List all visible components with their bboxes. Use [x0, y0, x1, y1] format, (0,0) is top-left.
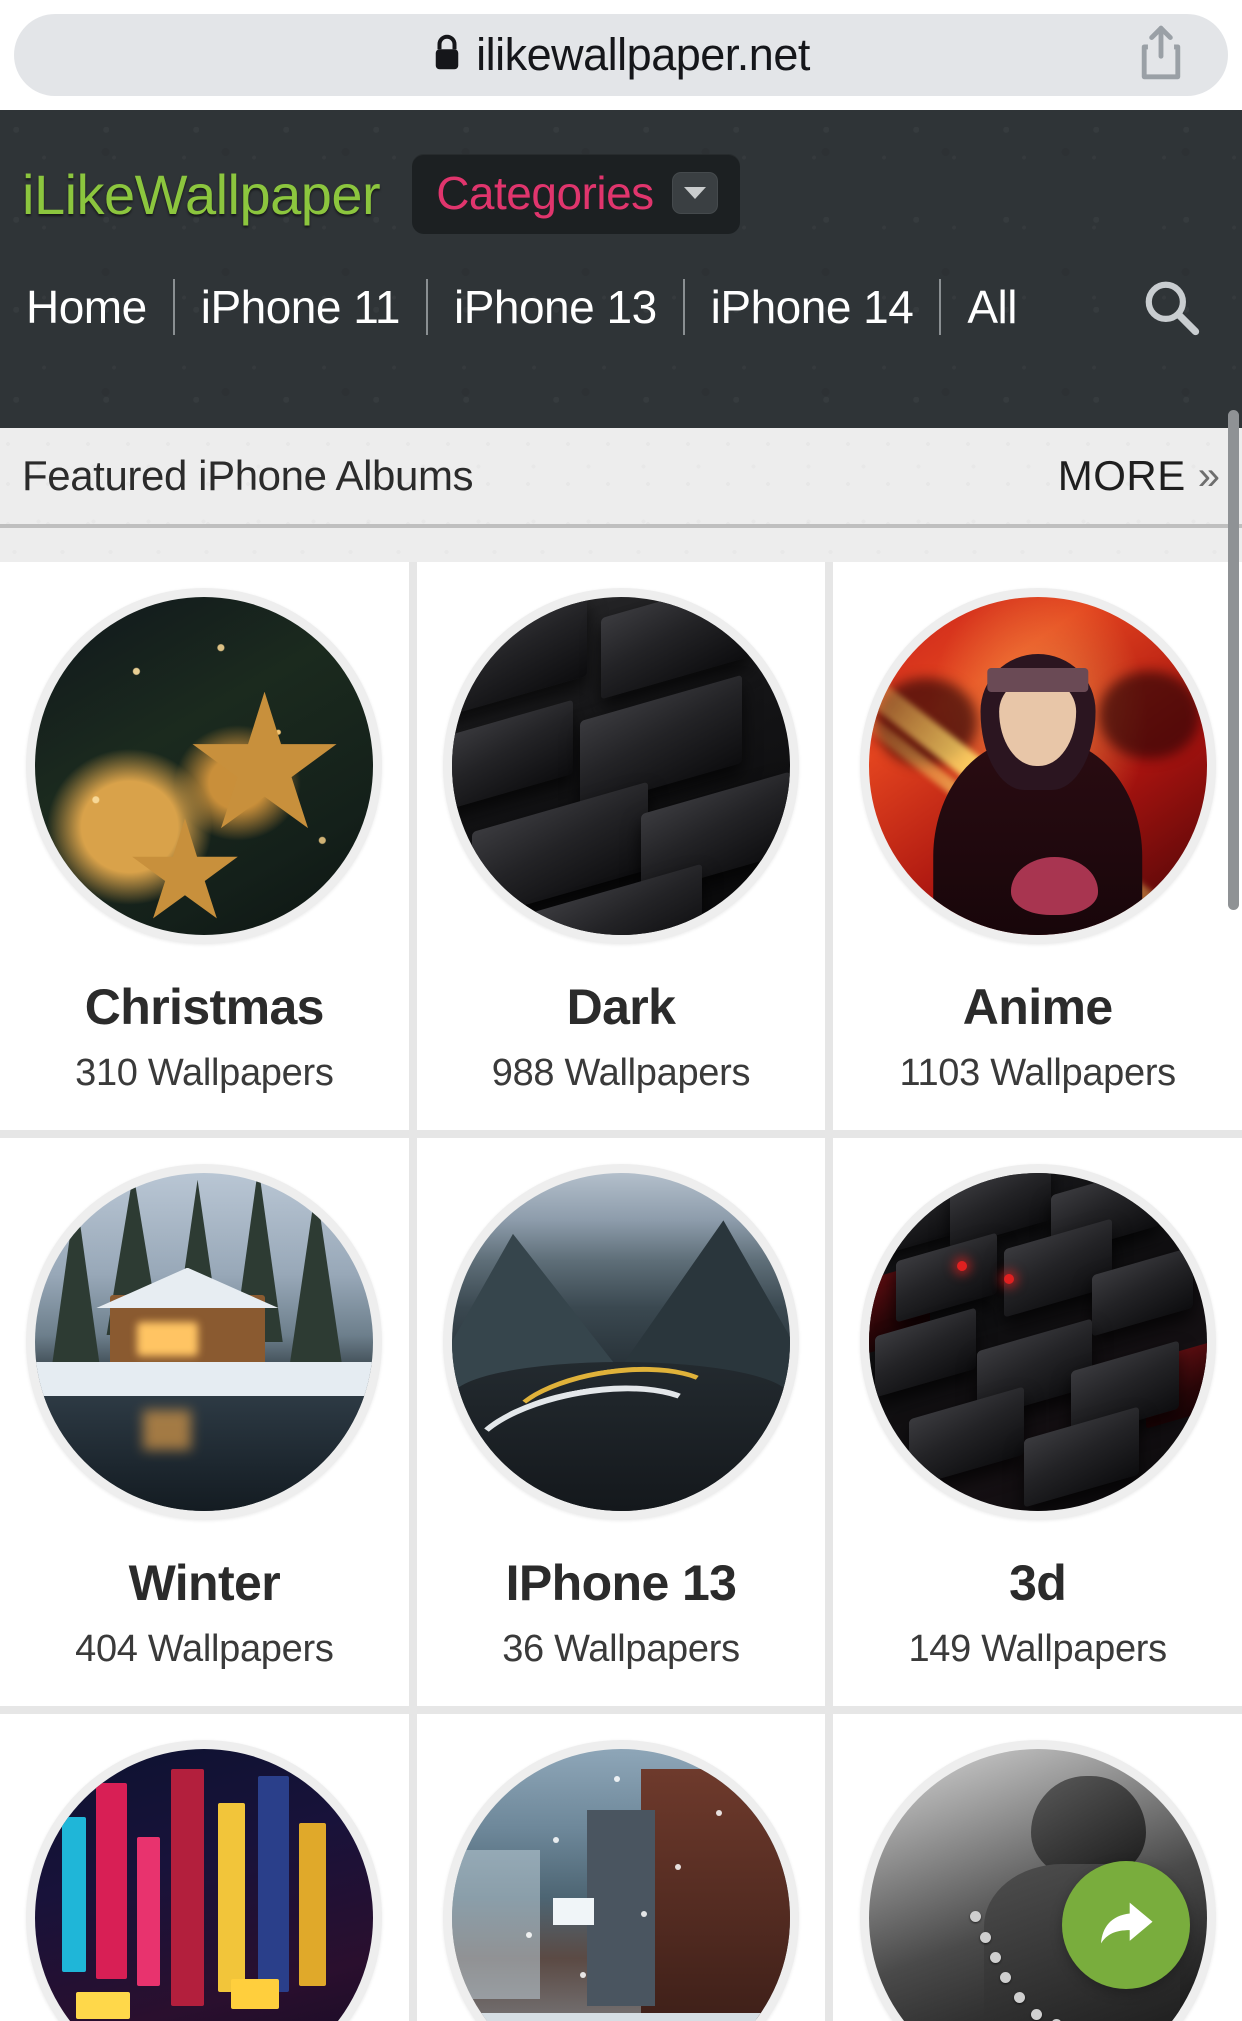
address-bar-content: ilikewallpaper.net	[432, 29, 810, 81]
album-grid: Christmas 310 Wallpapers Dark 988 Wallpa…	[0, 562, 1242, 2021]
page-root: ilikewallpaper.net iLikeWallpaper Catego…	[0, 0, 1242, 2021]
album-thumbnail-anime	[868, 597, 1207, 935]
album-title: Winter	[128, 1555, 281, 1611]
album-thumbnail-ring	[442, 1164, 799, 1520]
nav-item-iphone-11[interactable]: iPhone 11	[175, 280, 426, 334]
album-card-statue[interactable]	[833, 1714, 1242, 2021]
scrollbar-thumb[interactable]	[1228, 410, 1239, 910]
album-thumbnail-christmas	[35, 597, 374, 935]
album-count: 404 Wallpapers	[75, 1628, 334, 1670]
site-header: iLikeWallpaper Categories Home iPhone 11…	[0, 110, 1242, 428]
album-thumbnail-ring	[442, 1740, 799, 2021]
featured-section-bar: Featured iPhone Albums MORE »	[0, 428, 1242, 528]
album-thumbnail-road	[451, 1173, 790, 1511]
album-title: Anime	[962, 979, 1113, 1035]
album-card-3d[interactable]: 3d 149 Wallpapers	[833, 1138, 1242, 1706]
album-thumbnail-3d	[868, 1173, 1207, 1511]
album-thumbnail-ring	[442, 588, 799, 944]
share-fab-button[interactable]	[1062, 1861, 1190, 1989]
album-card-winter[interactable]: Winter 404 Wallpapers	[0, 1138, 409, 1706]
section-title: Featured iPhone Albums	[22, 452, 474, 499]
album-thumbnail-winter	[35, 1173, 374, 1511]
album-card-neon[interactable]	[0, 1714, 409, 2021]
album-thumbnail-dark	[451, 597, 790, 935]
album-count: 988 Wallpapers	[491, 1052, 751, 1094]
search-icon[interactable]	[1140, 276, 1220, 338]
share-forward-icon	[1089, 1886, 1163, 1965]
brand-row: iLikeWallpaper Categories	[22, 110, 1220, 234]
chevron-double-right-icon: »	[1197, 454, 1220, 498]
album-count: 149 Wallpapers	[908, 1628, 1167, 1670]
album-thumbnail-ring	[26, 1740, 383, 2021]
more-link[interactable]: MORE »	[1058, 452, 1220, 500]
album-thumbnail-ring	[26, 1164, 383, 1520]
album-thumbnail-snow-street	[451, 1749, 790, 2021]
categories-label: Categories	[436, 167, 654, 219]
album-card-anime[interactable]: Anime 1103 Wallpapers	[833, 562, 1242, 1130]
album-thumbnail-neon	[35, 1749, 374, 2021]
chevron-down-icon	[671, 172, 718, 214]
nav-item-iphone-14[interactable]: iPhone 14	[685, 280, 940, 334]
main-nav: Home iPhone 11 iPhone 13 iPhone 14 All	[22, 270, 1220, 344]
album-title: 3d	[1009, 1555, 1067, 1611]
nav-item-iphone-13[interactable]: iPhone 13	[428, 280, 683, 334]
album-card-iphone-13[interactable]: IPhone 13 36 Wallpapers	[416, 1138, 826, 1706]
more-label: MORE	[1057, 452, 1186, 499]
album-thumbnail-ring	[859, 1164, 1216, 1520]
browser-toolbar: ilikewallpaper.net	[0, 0, 1242, 110]
album-thumbnail-ring	[859, 588, 1216, 944]
site-logo[interactable]: iLikeWallpaper	[22, 162, 381, 227]
address-bar[interactable]: ilikewallpaper.net	[14, 14, 1228, 96]
nav-item-all[interactable]: All	[941, 280, 1043, 334]
categories-button[interactable]: Categories	[412, 154, 740, 234]
album-title: Dark	[566, 979, 676, 1035]
lock-icon	[432, 34, 462, 77]
album-title: IPhone 13	[505, 1555, 737, 1611]
nav-item-home[interactable]: Home	[22, 280, 173, 334]
album-card-dark[interactable]: Dark 988 Wallpapers	[416, 562, 826, 1130]
album-card-christmas[interactable]: Christmas 310 Wallpapers	[0, 562, 409, 1130]
share-up-icon[interactable]	[1138, 25, 1184, 86]
section-spacer	[0, 528, 1242, 562]
album-count: 36 Wallpapers	[502, 1628, 740, 1670]
album-title: Christmas	[84, 979, 325, 1035]
url-text: ilikewallpaper.net	[476, 29, 810, 80]
page-scrollbar[interactable]	[1228, 410, 1239, 2010]
album-card-snow-street[interactable]	[416, 1714, 826, 2021]
album-count: 1103 Wallpapers	[899, 1052, 1176, 1094]
album-count: 310 Wallpapers	[75, 1052, 334, 1094]
album-thumbnail-ring	[26, 588, 383, 944]
